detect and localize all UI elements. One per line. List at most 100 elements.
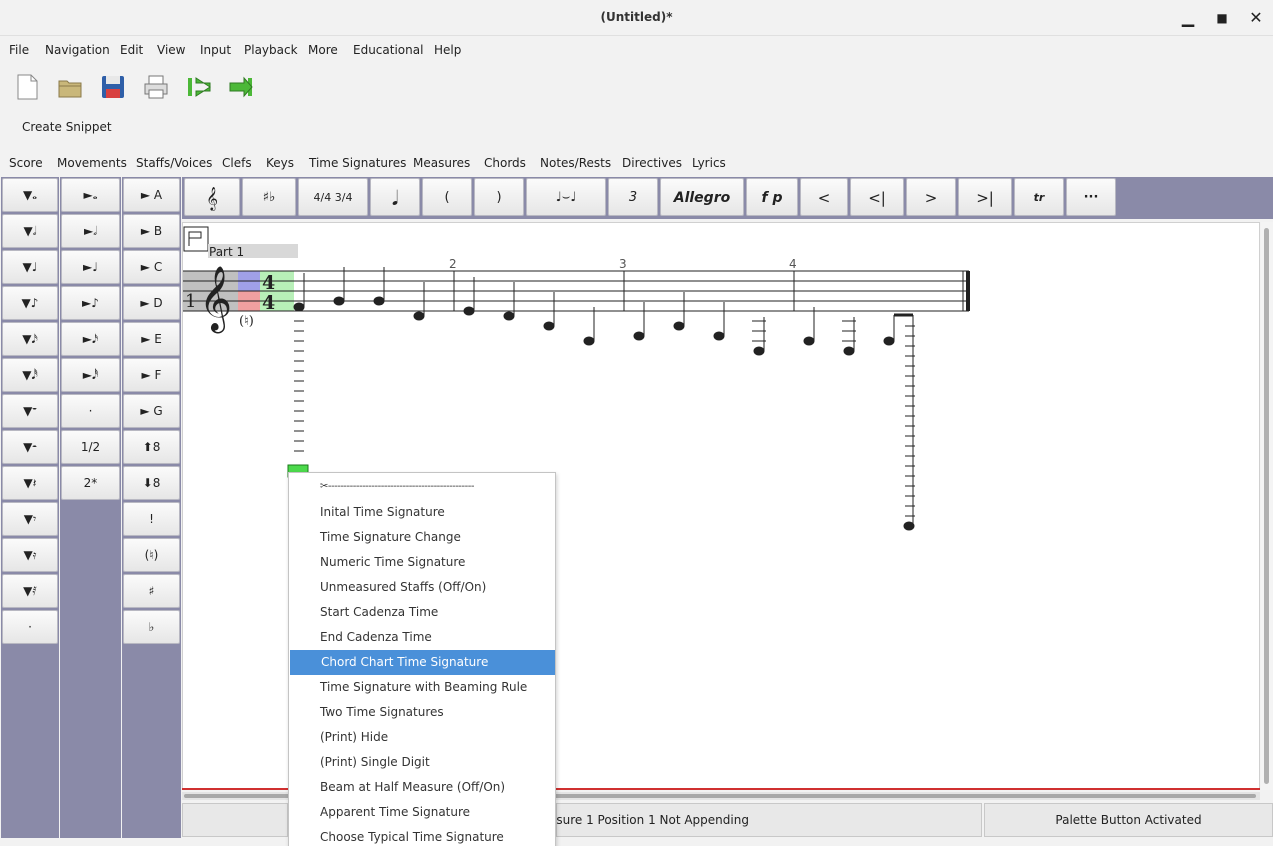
pitch-d-button[interactable]: ► D [123, 286, 180, 320]
time-signature-bottom[interactable]: 4 [262, 292, 275, 314]
crescendo-end-button[interactable]: <| [850, 178, 904, 216]
menu-file[interactable]: File [9, 43, 29, 57]
quarter-note-insert-button[interactable]: ▼♩ [2, 250, 58, 284]
eighth-rest-insert-button[interactable]: ▼𝄾 [2, 502, 58, 536]
dynamics-button[interactable]: f p [746, 178, 798, 216]
diminuendo-button[interactable]: > [906, 178, 956, 216]
triplet-button[interactable]: 3 [608, 178, 658, 216]
sixteenth-note-append-button[interactable]: ►𝅘𝅥𝅯 [61, 322, 120, 356]
menu-more[interactable]: More [308, 43, 338, 57]
eighth-note-append-button[interactable]: ►♪ [61, 286, 120, 320]
go-start-icon[interactable] [184, 72, 214, 102]
menu-item-numeric-time-signature[interactable]: Numeric Time Signature [289, 550, 555, 575]
add-dot-button[interactable]: · [61, 394, 120, 428]
tie-button[interactable]: ♩⌣♩ [526, 178, 606, 216]
more-palette-button[interactable]: ··· [1066, 178, 1116, 216]
movement-flag-icon[interactable] [183, 226, 209, 252]
pitch-a-button[interactable]: ► A [123, 178, 180, 212]
tab-time-signatures[interactable]: Time Signatures [309, 156, 406, 170]
menu-item-end-cadenza-time[interactable]: End Cadenza Time [289, 625, 555, 650]
vertical-scrollbar-thumb[interactable] [1264, 228, 1269, 784]
thirtysecond-rest-insert-button[interactable]: ▼𝅀 [2, 574, 58, 608]
menu-item-unmeasured-staffs[interactable]: Unmeasured Staffs (Off/On) [289, 575, 555, 600]
part-label[interactable]: Part 1 [209, 245, 244, 259]
diminuendo-end-button[interactable]: >| [958, 178, 1012, 216]
sixteenth-rest-insert-button[interactable]: ▼𝄿 [2, 538, 58, 572]
force-accidental-button[interactable]: ! [123, 502, 180, 536]
menu-item-print-single-digit[interactable]: (Print) Single Digit [289, 750, 555, 775]
tempo-button[interactable]: Allegro [660, 178, 744, 216]
treble-clef-icon[interactable]: 𝄞 [199, 266, 232, 333]
cautionary-natural-button[interactable]: (♮) [123, 538, 180, 572]
trill-button[interactable]: tr [1014, 178, 1064, 216]
menu-item-chord-chart-time-signature[interactable]: Chord Chart Time Signature [290, 650, 555, 675]
sixteenth-note-insert-button[interactable]: ▼𝅘𝅥𝅯 [2, 322, 58, 356]
open-folder-icon[interactable] [55, 72, 85, 102]
tab-directives[interactable]: Directives [622, 156, 682, 170]
clef-button[interactable]: 𝄞 [184, 178, 240, 216]
half-rest-insert-button[interactable]: ▼𝄼 [2, 430, 58, 464]
tab-keys[interactable]: Keys [266, 156, 294, 170]
create-snippet-button[interactable]: Create Snippet [22, 120, 112, 134]
menu-item-time-signature-change[interactable]: Time Signature Change [289, 525, 555, 550]
whole-note-append-button[interactable]: ►𝅝 [61, 178, 120, 212]
tab-score[interactable]: Score [9, 156, 43, 170]
menu-item-initial-time-signature[interactable]: Inital Time Signature [289, 500, 555, 525]
go-end-icon[interactable] [226, 72, 256, 102]
quarter-rest-insert-button[interactable]: ▼𝄽 [2, 466, 58, 500]
menu-playback[interactable]: Playback [244, 43, 298, 57]
menu-edit[interactable]: Edit [120, 43, 143, 57]
whole-note-insert-button[interactable]: ▼𝅝 [2, 178, 58, 212]
sharpen-button[interactable]: ♯ [123, 574, 180, 608]
pitch-b-button[interactable]: ► B [123, 214, 180, 248]
pitch-e-button[interactable]: ► E [123, 322, 180, 356]
menu-item-choose-typical-time-signature[interactable]: Choose Typical Time Signature [289, 825, 555, 846]
crescendo-button[interactable]: < [800, 178, 848, 216]
tab-movements[interactable]: Movements [57, 156, 127, 170]
menu-item-two-time-signatures[interactable]: Two Time Signatures [289, 700, 555, 725]
flatten-button[interactable]: ♭ [123, 610, 180, 644]
menu-educational[interactable]: Educational [353, 43, 423, 57]
pitch-g-button[interactable]: ► G [123, 394, 180, 428]
whole-rest-insert-button[interactable]: ▼𝄻 [2, 394, 58, 428]
tab-staffs-voices[interactable]: Staffs/Voices [136, 156, 212, 170]
pitch-c-button[interactable]: ► C [123, 250, 180, 284]
menu-view[interactable]: View [157, 43, 185, 57]
maximize-button[interactable]: ■ [1209, 6, 1235, 30]
menu-item-time-signature-beaming-rule[interactable]: Time Signature with Beaming Rule [289, 675, 555, 700]
tearoff-line[interactable]: ✂---------------------------------------… [320, 481, 474, 492]
key-signature-button[interactable]: ♯♭ [242, 178, 296, 216]
slur-start-button[interactable]: ( [422, 178, 472, 216]
tab-notes-rests[interactable]: Notes/Rests [540, 156, 611, 170]
double-duration-button[interactable]: 2* [61, 466, 120, 500]
note-head-button[interactable]: 𝅘𝅥 [370, 178, 420, 216]
tab-clefs[interactable]: Clefs [222, 156, 252, 170]
halve-duration-button[interactable]: 1/2 [61, 430, 120, 464]
vertical-scrollbar[interactable] [1261, 222, 1273, 790]
tab-lyrics[interactable]: Lyrics [692, 156, 726, 170]
time-signature-top[interactable]: 4 [262, 272, 275, 294]
thirtysecond-note-append-button[interactable]: ►𝅘𝅥𝅰 [61, 358, 120, 392]
tab-measures[interactable]: Measures [413, 156, 470, 170]
close-button[interactable]: ✕ [1243, 6, 1269, 30]
menu-navigation[interactable]: Navigation [45, 43, 110, 57]
thirtysecond-note-insert-button[interactable]: ▼𝅘𝅥𝅰 [2, 358, 58, 392]
menu-help[interactable]: Help [434, 43, 461, 57]
octave-up-button[interactable]: ⬆8 [123, 430, 180, 464]
octave-down-button[interactable]: ⬇8 [123, 466, 180, 500]
menu-item-beam-half-measure[interactable]: Beam at Half Measure (Off/On) [289, 775, 555, 800]
save-icon[interactable] [98, 72, 128, 102]
quarter-note-append-button[interactable]: ►♩ [61, 250, 120, 284]
print-icon[interactable] [141, 72, 171, 102]
half-note-append-button[interactable]: ►𝅗𝅥 [61, 214, 120, 248]
eighth-note-insert-button[interactable]: ▼♪ [2, 286, 58, 320]
slur-end-button[interactable]: ) [474, 178, 524, 216]
dot-button[interactable]: · [2, 610, 58, 644]
pitch-f-button[interactable]: ► F [123, 358, 180, 392]
menu-item-apparent-time-signature[interactable]: Apparent Time Signature [289, 800, 555, 825]
time-signature-button[interactable]: 4/4 3/4 [298, 178, 368, 216]
menu-item-print-hide[interactable]: (Print) Hide [289, 725, 555, 750]
minimize-button[interactable]: ▁ [1175, 6, 1201, 30]
menu-input[interactable]: Input [200, 43, 231, 57]
menu-item-start-cadenza-time[interactable]: Start Cadenza Time [289, 600, 555, 625]
